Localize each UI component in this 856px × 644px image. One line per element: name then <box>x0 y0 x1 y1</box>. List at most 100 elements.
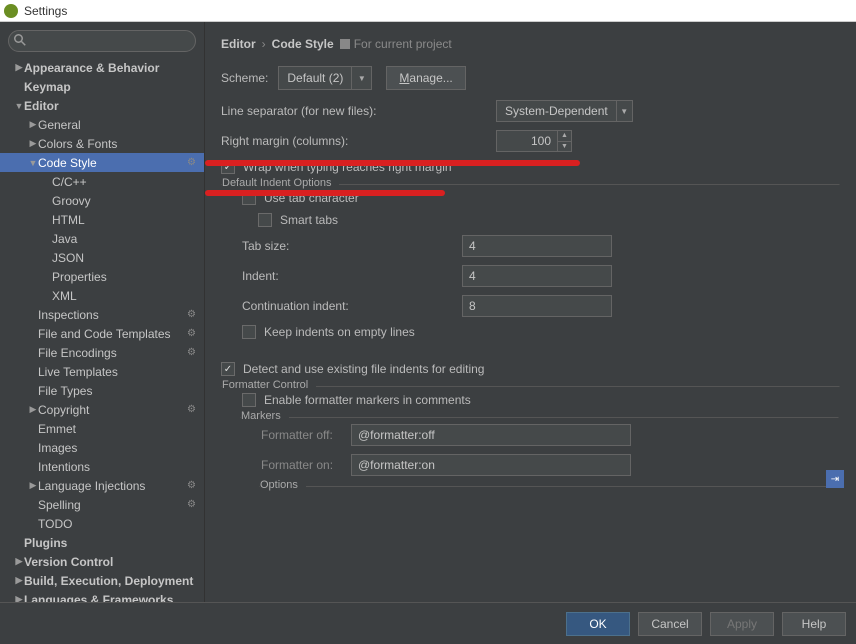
sidebar: ▶Appearance & Behavior Keymap ▼Editor ▶G… <box>0 22 205 602</box>
enable-markers-checkbox[interactable]: Enable formatter markers in comments <box>242 393 471 407</box>
tree-versioncontrol[interactable]: ▶Version Control <box>0 552 204 571</box>
detect-indent-label: Detect and use existing file indents for… <box>243 362 484 376</box>
tree-properties[interactable]: Properties <box>0 267 204 286</box>
tree-cpp[interactable]: C/C++ <box>0 172 204 191</box>
ok-button[interactable]: OK <box>566 612 630 636</box>
tree-copyright[interactable]: ▶Copyright⚙ <box>0 400 204 419</box>
search-icon <box>14 34 26 46</box>
tree-label: Language Injections <box>38 479 145 493</box>
tree-json[interactable]: JSON <box>0 248 204 267</box>
help-button[interactable]: Help <box>782 612 846 636</box>
scheme-row: Scheme: Default (2) ▼ Manage... <box>221 66 840 90</box>
tree-label: File and Code Templates <box>38 327 171 341</box>
keep-indents-checkbox[interactable]: Keep indents on empty lines <box>242 325 415 339</box>
right-margin-label: Right margin (columns): <box>221 134 496 148</box>
checkbox-box-icon <box>221 160 235 174</box>
search-input[interactable] <box>8 30 196 52</box>
gear-icon: ⚙ <box>187 328 196 339</box>
tree-label: Java <box>52 232 77 246</box>
chevron-down-icon: ▼ <box>616 101 632 121</box>
tree-build[interactable]: ▶Build, Execution, Deployment <box>0 571 204 590</box>
wrap-checkbox[interactable]: Wrap when typing reaches right margin <box>221 160 452 174</box>
cont-indent-input[interactable] <box>462 295 612 317</box>
tree-todo[interactable]: TODO <box>0 514 204 533</box>
indent-input[interactable] <box>462 265 612 287</box>
tree-html[interactable]: HTML <box>0 210 204 229</box>
dialog-footer: OK Cancel Apply Help <box>0 602 856 644</box>
tree-editor[interactable]: ▼Editor <box>0 96 204 115</box>
collapse-panel-icon[interactable]: ⇥ <box>826 470 844 488</box>
titlebar: Settings <box>0 0 856 22</box>
tree-label: C/C++ <box>52 175 87 189</box>
tree-langinjections[interactable]: ▶Language Injections⚙ <box>0 476 204 495</box>
tree-inspections[interactable]: Inspections ⚙ <box>0 305 204 324</box>
tree-filecodetemplates[interactable]: File and Code Templates ⚙ <box>0 324 204 343</box>
tree-label: Editor <box>24 99 59 113</box>
detect-indent-checkbox[interactable]: Detect and use existing file indents for… <box>221 362 484 376</box>
tree-emmet[interactable]: Emmet <box>0 419 204 438</box>
tree-images[interactable]: Images <box>0 438 204 457</box>
formatter-on-label: Formatter on: <box>261 458 351 472</box>
checkbox-box-icon <box>242 191 256 205</box>
tree-filetypes[interactable]: File Types <box>0 381 204 400</box>
tree-livetemplates[interactable]: Live Templates <box>0 362 204 381</box>
tree-colors[interactable]: ▶Colors & Fonts <box>0 134 204 153</box>
tree-label: Colors & Fonts <box>38 137 117 151</box>
scheme-select[interactable]: Default (2) ▼ <box>278 66 372 90</box>
formatter-off-input[interactable] <box>351 424 631 446</box>
tab-size-input[interactable] <box>462 235 612 257</box>
tree-appearance[interactable]: ▶Appearance & Behavior <box>0 58 204 77</box>
cont-indent-label: Continuation indent: <box>242 299 462 313</box>
use-tab-checkbox[interactable]: Use tab character <box>242 191 359 205</box>
checkbox-box-icon <box>258 213 272 227</box>
tree-java[interactable]: Java <box>0 229 204 248</box>
tree-groovy[interactable]: Groovy <box>0 191 204 210</box>
tree-label: Inspections <box>38 308 99 322</box>
formatter-control-fieldset: Formatter Control Enable formatter marke… <box>221 386 840 496</box>
tree-label: Code Style <box>38 156 97 170</box>
crumb-sep: › <box>262 37 266 51</box>
tree-label: Properties <box>52 270 107 284</box>
tree-label: Groovy <box>52 194 91 208</box>
crumb-editor[interactable]: Editor <box>221 37 256 51</box>
tree-codestyle[interactable]: ▼Code Style⚙ <box>0 153 204 172</box>
tree-plugins[interactable]: Plugins <box>0 533 204 552</box>
manage-button[interactable]: Manage... <box>386 66 465 90</box>
gear-icon: ⚙ <box>187 309 196 320</box>
settings-tree: ▶Appearance & Behavior Keymap ▼Editor ▶G… <box>0 58 204 609</box>
line-separator-label: Line separator (for new files): <box>221 104 496 118</box>
checkbox-box-icon <box>242 325 256 339</box>
tree-keymap[interactable]: Keymap <box>0 77 204 96</box>
right-margin-field[interactable] <box>497 131 557 151</box>
tree-intentions[interactable]: Intentions <box>0 457 204 476</box>
window-title: Settings <box>24 4 67 18</box>
cancel-button[interactable]: Cancel <box>638 612 702 636</box>
tree-label: Images <box>38 441 77 455</box>
smart-tabs-checkbox[interactable]: Smart tabs <box>258 213 338 227</box>
chevron-down-icon: ▼ <box>351 67 371 89</box>
spin-down-icon[interactable]: ▼ <box>558 142 571 152</box>
tree-label: XML <box>52 289 77 303</box>
project-scope-label: For current project <box>354 37 452 51</box>
line-separator-select[interactable]: System-Dependent ▼ <box>496 100 633 122</box>
scheme-value: Default (2) <box>279 71 351 85</box>
spin-up-icon[interactable]: ▲ <box>558 131 571 142</box>
tree-general[interactable]: ▶General <box>0 115 204 134</box>
gear-icon: ⚙ <box>187 480 196 491</box>
tree-label: Emmet <box>38 422 76 436</box>
keep-indents-label: Keep indents on empty lines <box>264 325 415 339</box>
enable-markers-label: Enable formatter markers in comments <box>264 393 471 407</box>
tree-fileencodings[interactable]: File Encodings⚙ <box>0 343 204 362</box>
form-grid: Line separator (for new files): System-D… <box>221 100 840 496</box>
checkbox-box-icon <box>242 393 256 407</box>
tree-label: Version Control <box>24 555 113 569</box>
wrap-label: Wrap when typing reaches right margin <box>243 160 452 174</box>
tree-label: HTML <box>52 213 85 227</box>
tree-label: File Types <box>38 384 92 398</box>
right-margin-input[interactable]: ▲▼ <box>496 130 572 152</box>
gear-icon: ⚙ <box>187 404 196 415</box>
tree-xml[interactable]: XML <box>0 286 204 305</box>
apply-button[interactable]: Apply <box>710 612 774 636</box>
formatter-on-input[interactable] <box>351 454 631 476</box>
tree-spelling[interactable]: Spelling⚙ <box>0 495 204 514</box>
